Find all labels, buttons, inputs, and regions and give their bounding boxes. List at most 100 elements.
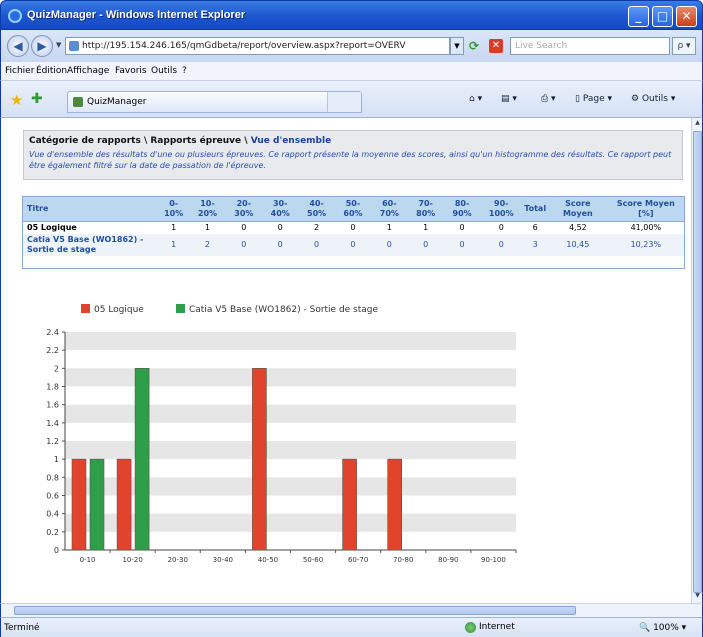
row-title[interactable]: 05 Logique: [23, 222, 158, 235]
tab-quizmanager[interactable]: QuizManager: [67, 91, 362, 113]
breadcrumb: Catégorie de rapports \ Rapports épreuve…: [29, 136, 331, 146]
tools-menu[interactable]: ⚙ Outils ▾: [631, 94, 675, 104]
column-header: Total: [522, 197, 549, 222]
home-icon[interactable]: ⌂ ▾: [469, 94, 482, 104]
report-description: Vue d'ensemble des résultats d'une ou pl…: [29, 150, 672, 170]
x-tick-label: 60-70: [348, 556, 368, 564]
breadcrumb-current: Vue d'ensemble: [250, 136, 332, 146]
scroll-down-icon[interactable]: ▼: [693, 592, 702, 602]
legend-swatch: [81, 304, 90, 313]
y-tick-label: 2.2: [46, 346, 59, 355]
column-header[interactable]: Titre: [23, 197, 158, 222]
table-cell: 0: [277, 223, 283, 232]
y-tick-label: 1: [54, 455, 59, 464]
y-tick-label: 0.8: [46, 473, 59, 482]
x-tick-label: 50-60: [303, 556, 323, 564]
vertical-scroll-thumb[interactable]: [693, 131, 702, 593]
column-header: 80-90%: [443, 197, 481, 222]
row-title[interactable]: Catia V5 Base (WO1862) - Sortie de stage: [23, 234, 158, 256]
scroll-up-icon[interactable]: ▲: [693, 119, 702, 129]
table-cell: 0: [334, 234, 372, 256]
feeds-icon[interactable]: ▤ ▾: [501, 94, 517, 104]
menu-item-help[interactable]: ?: [182, 66, 187, 76]
table-cell: 0: [298, 234, 335, 256]
y-tick-label: 1.2: [46, 437, 59, 446]
table-cell: 3: [522, 234, 549, 256]
table-cell: 0: [225, 234, 263, 256]
history-dropdown-icon[interactable]: ▼: [56, 41, 61, 49]
url-input[interactable]: http://195.154.246.165/qmGdbeta/report/o…: [65, 37, 450, 55]
window-titlebar: QuizManager - Windows Internet Explorer …: [0, 0, 703, 30]
table-cell: 1: [171, 223, 177, 232]
breadcrumb-path[interactable]: Catégorie de rapports \ Rapports épreuve…: [29, 136, 251, 146]
tab-label: QuizManager: [87, 97, 147, 107]
y-tick-label: 2: [54, 364, 59, 373]
menu-item-edition[interactable]: Édition: [36, 66, 67, 76]
grid-band: [65, 441, 516, 460]
column-header: 30-40%: [262, 197, 299, 222]
table-cell: 0: [443, 234, 481, 256]
minimize-button[interactable]: _: [628, 6, 649, 27]
column-header: 40-50%: [298, 197, 335, 222]
table-header-row: Titre 0-10% 10-20% 20-30% 30-40% 40-50% …: [23, 197, 684, 222]
x-tick-label: 20-30: [168, 556, 188, 564]
y-tick-label: 0.2: [46, 528, 59, 537]
favorites-star-icon[interactable]: ★: [10, 91, 23, 109]
column-header: 50-60%: [334, 197, 372, 222]
column-header: Score Moyen: [548, 197, 608, 222]
table-cell: 1: [386, 223, 392, 232]
table-cell: 0: [459, 223, 465, 232]
table-cell: 2: [314, 223, 320, 232]
y-tick-label: 2.4: [46, 328, 59, 337]
table-cell: 0: [371, 234, 408, 256]
menu-item-favoris[interactable]: Favoris: [115, 66, 147, 76]
internet-zone-icon: [465, 622, 476, 633]
search-input[interactable]: Live Search: [510, 37, 670, 55]
add-favorites-icon[interactable]: ✚: [31, 91, 43, 107]
new-tab-button[interactable]: [327, 92, 361, 112]
tab-page-icon: [73, 97, 83, 107]
horizontal-scroll-thumb[interactable]: [14, 606, 576, 615]
status-bar: Terminé Internet 🔍 100% ▾: [0, 617, 703, 637]
ie-logo-icon: [8, 9, 22, 23]
y-tick-label: 0: [54, 546, 59, 555]
maximize-button[interactable]: □: [652, 6, 673, 27]
x-tick-label: 40-50: [258, 556, 278, 564]
report-header: Catégorie de rapports \ Rapports épreuve…: [23, 130, 683, 180]
back-button[interactable]: ◀: [7, 35, 29, 57]
menu-item-affichage[interactable]: Affichage: [67, 66, 109, 76]
page-menu[interactable]: ▯ Page ▾: [575, 94, 612, 104]
grid-band: [65, 513, 516, 532]
bar-logique: [71, 458, 87, 551]
security-zone[interactable]: Internet: [479, 622, 515, 632]
forward-button[interactable]: ▶: [31, 35, 53, 57]
refresh-icon[interactable]: ⟳: [469, 39, 479, 53]
search-button[interactable]: ρ ▾: [672, 37, 696, 55]
table-cell: 0: [350, 223, 356, 232]
page-icon: [69, 41, 79, 51]
x-tick-label: 90-100: [481, 556, 506, 564]
table-row[interactable]: Catia V5 Base (WO1862) - Sortie de stage…: [23, 234, 684, 256]
y-tick-label: 0.6: [46, 492, 59, 501]
vertical-scrollbar[interactable]: ▲ ▼: [691, 118, 703, 603]
zoom-level[interactable]: 🔍 100% ▾: [639, 623, 686, 633]
column-header: 90-100%: [480, 197, 523, 222]
close-button[interactable]: ✕: [676, 6, 697, 27]
horizontal-scrollbar[interactable]: [0, 603, 703, 617]
column-header: 10-20%: [189, 197, 226, 222]
menu-item-outils[interactable]: Outils: [151, 66, 177, 76]
grid-band: [65, 368, 516, 387]
table-cell: 1: [423, 223, 429, 232]
print-icon[interactable]: ⎙ ▾: [541, 94, 556, 104]
page-content: Catégorie de rapports \ Rapports épreuve…: [0, 118, 691, 603]
table-row[interactable]: 05 Logique 1 1 0 0 2 0 1 1 0 0 6 4,52 41…: [23, 222, 684, 235]
grid-band: [65, 404, 516, 423]
stop-icon[interactable]: ✕: [489, 39, 503, 53]
results-histogram-chart: 0 0.2 0.4 0.6 0.8 1 1.2 1.4 1.6 1.8 2 2.2 2.4 0-10 10-…: [46, 304, 517, 564]
menu-item-fichier[interactable]: Fichier: [5, 66, 34, 76]
grid-band: [65, 477, 516, 496]
status-text: Terminé: [4, 623, 40, 633]
table-cell: 1: [204, 223, 211, 232]
url-dropdown-icon[interactable]: ▼: [450, 37, 464, 55]
table-cell: 6: [532, 223, 538, 232]
